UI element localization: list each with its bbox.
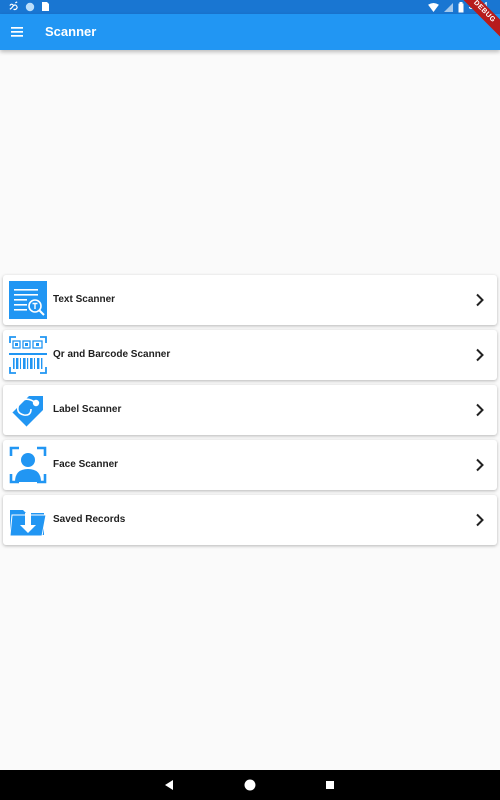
wifi-icon [427,2,439,12]
status-left-icons [8,1,50,12]
face-scan-icon [9,446,47,484]
hamburger-menu-icon[interactable] [10,24,26,40]
back-icon[interactable] [163,778,177,792]
menu-item-label: Qr and Barcode Scanner [53,349,171,360]
chevron-right-icon [476,458,484,472]
scanner-menu-list: Text Scanner Qr and Barcode Scanner Labe… [3,275,497,550]
text-scanner-icon [9,281,47,319]
chevron-right-icon [476,403,484,417]
circle-icon [25,2,35,11]
sim-card-icon [42,2,49,11]
menu-item-label: Label Scanner [53,404,122,415]
chevron-right-icon [476,513,484,527]
navigation-bar [0,770,500,800]
battery-icon [458,1,464,12]
recents-icon[interactable] [323,778,337,792]
app-bar: Scanner [0,14,500,50]
page-title: Scanner [45,24,97,39]
menu-item-qr-barcode-scanner[interactable]: Qr and Barcode Scanner [3,330,497,380]
status-bar: 3:04 [0,0,500,14]
menu-item-saved-records[interactable]: Saved Records [3,495,497,545]
menu-item-label: Saved Records [53,514,126,525]
home-icon[interactable] [243,778,257,792]
menu-item-face-scanner[interactable]: Face Scanner [3,440,497,490]
menu-item-label-scanner[interactable]: Label Scanner [3,385,497,435]
qr-barcode-icon [9,336,47,374]
label-tag-icon [11,396,43,428]
chevron-right-icon [476,293,484,307]
menu-item-label: Face Scanner [53,459,119,470]
saved-folder-icon [9,510,47,537]
signal-icon [443,2,453,12]
menu-item-text-scanner[interactable]: Text Scanner [3,275,497,325]
om-icon [9,1,18,11]
menu-item-label: Text Scanner [53,294,116,305]
chevron-right-icon [476,348,484,362]
